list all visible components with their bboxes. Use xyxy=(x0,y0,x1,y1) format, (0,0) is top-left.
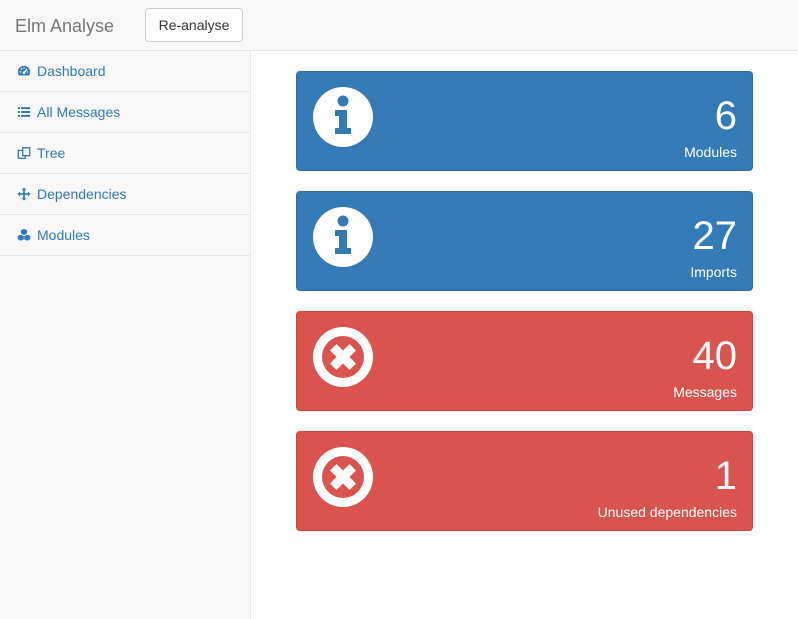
sidebar-item-label: Modules xyxy=(37,227,90,243)
sidebar-item-dependencies[interactable]: Dependencies xyxy=(0,174,250,215)
dashboard-icon xyxy=(16,63,32,79)
sidebar-item-all-messages[interactable]: All Messages xyxy=(0,92,250,133)
stat-label: Messages xyxy=(673,384,737,400)
stat-count: 6 xyxy=(714,94,737,138)
info-circle-icon xyxy=(313,207,373,267)
messages-stat-card: 40 Messages xyxy=(296,311,753,411)
list-icon xyxy=(16,104,32,120)
sidebar-item-label: Dashboard xyxy=(37,63,106,79)
sidebar-item-label: Tree xyxy=(37,145,66,161)
reanalyse-button[interactable]: Re-analyse xyxy=(145,8,243,42)
times-circle-icon xyxy=(313,327,373,387)
imports-stat-card: 27 Imports xyxy=(296,191,753,291)
cubes-icon xyxy=(16,227,32,243)
sidebar-item-modules[interactable]: Modules xyxy=(0,215,250,256)
stat-count: 27 xyxy=(692,214,738,258)
stat-label: Unused dependencies xyxy=(597,504,737,520)
info-circle-icon xyxy=(313,87,373,147)
sidebar-item-label: Dependencies xyxy=(37,186,127,202)
modules-stat-card: 6 Modules xyxy=(296,71,753,171)
app-brand[interactable]: Elm Analyse xyxy=(15,16,114,36)
sidebar-item-label: All Messages xyxy=(37,104,121,120)
sidebar-item-dashboard[interactable]: Dashboard xyxy=(0,51,250,92)
sidebar-item-tree[interactable]: Tree xyxy=(0,133,250,174)
dashboard-main: 6 Modules 27 Imports 40 Messages 1 Unuse… xyxy=(251,51,798,619)
stat-count: 40 xyxy=(692,334,738,378)
times-circle-icon xyxy=(313,447,373,507)
unused-dependencies-stat-card: 1 Unused dependencies xyxy=(296,431,753,531)
sidebar: Dashboard All Messages Tree Dependencies… xyxy=(0,51,251,619)
tree-icon xyxy=(16,145,32,161)
stat-count: 1 xyxy=(714,454,737,498)
stat-label: Imports xyxy=(690,264,737,280)
arrows-icon xyxy=(16,186,32,202)
top-navbar: Elm Analyse Re-analyse xyxy=(0,0,798,51)
stat-label: Modules xyxy=(684,144,737,160)
